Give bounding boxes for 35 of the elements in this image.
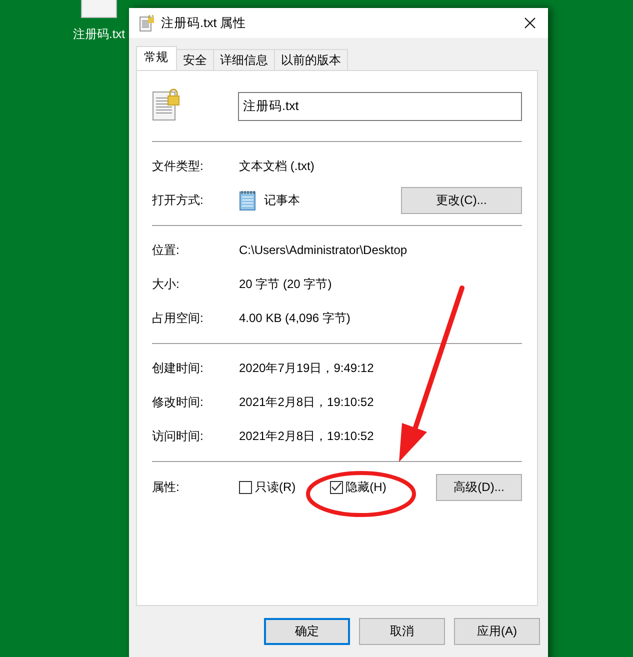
field-value: 2021年2月8日，19:10:52 bbox=[239, 394, 374, 410]
field-value: 4.00 KB (4,096 字节) bbox=[239, 310, 350, 326]
checkbox-label: 只读(R) bbox=[255, 478, 296, 496]
field-label: 占用空间: bbox=[152, 310, 204, 326]
checkbox[interactable] bbox=[239, 480, 252, 494]
field-label: 文件类型: bbox=[152, 158, 204, 174]
field-value: 2021年2月8日，19:10:52 bbox=[239, 428, 374, 444]
field-value: 2020年7月19日，9:49:12 bbox=[239, 360, 374, 376]
field-label: 访问时间: bbox=[152, 428, 204, 444]
window-title: 注册码.txt 属性 bbox=[161, 14, 248, 32]
change-button[interactable]: 更改(C)... bbox=[401, 186, 522, 214]
field-value: 文本文档 (.txt) bbox=[239, 158, 314, 174]
tab[interactable]: 常规 bbox=[136, 46, 177, 70]
file-name-field[interactable]: 注册码.txt bbox=[238, 92, 522, 120]
field-value: C:\Users\Administrator\Desktop bbox=[239, 243, 408, 257]
field-label: 修改时间: bbox=[152, 394, 204, 410]
field-value: 20 字节 (20 字节) bbox=[239, 276, 332, 292]
field-label: 创建时间: bbox=[152, 360, 204, 376]
field-label: 属性: bbox=[152, 478, 180, 496]
checkbox[interactable] bbox=[330, 480, 343, 494]
notepad-icon bbox=[239, 189, 256, 211]
dialog-button[interactable]: 应用(A) bbox=[454, 618, 540, 645]
field-label: 大小: bbox=[152, 276, 180, 292]
field-label: 位置: bbox=[152, 242, 180, 258]
field-label: 打开方式: bbox=[152, 192, 204, 208]
app-name: 记事本 bbox=[264, 192, 300, 208]
tab[interactable]: 以前的版本 bbox=[274, 49, 348, 70]
locked-file-icon bbox=[139, 14, 155, 32]
dialog-button[interactable]: 确定 bbox=[264, 618, 350, 645]
advanced-button[interactable]: 高级(D)... bbox=[436, 474, 522, 500]
close-icon bbox=[524, 17, 536, 29]
desktop-icon-label: 注册码.txt bbox=[72, 26, 125, 43]
dialog-button[interactable]: 取消 bbox=[359, 618, 445, 645]
checkbox-label: 隐藏(H) bbox=[346, 478, 386, 496]
locked-file-icon bbox=[152, 88, 180, 121]
